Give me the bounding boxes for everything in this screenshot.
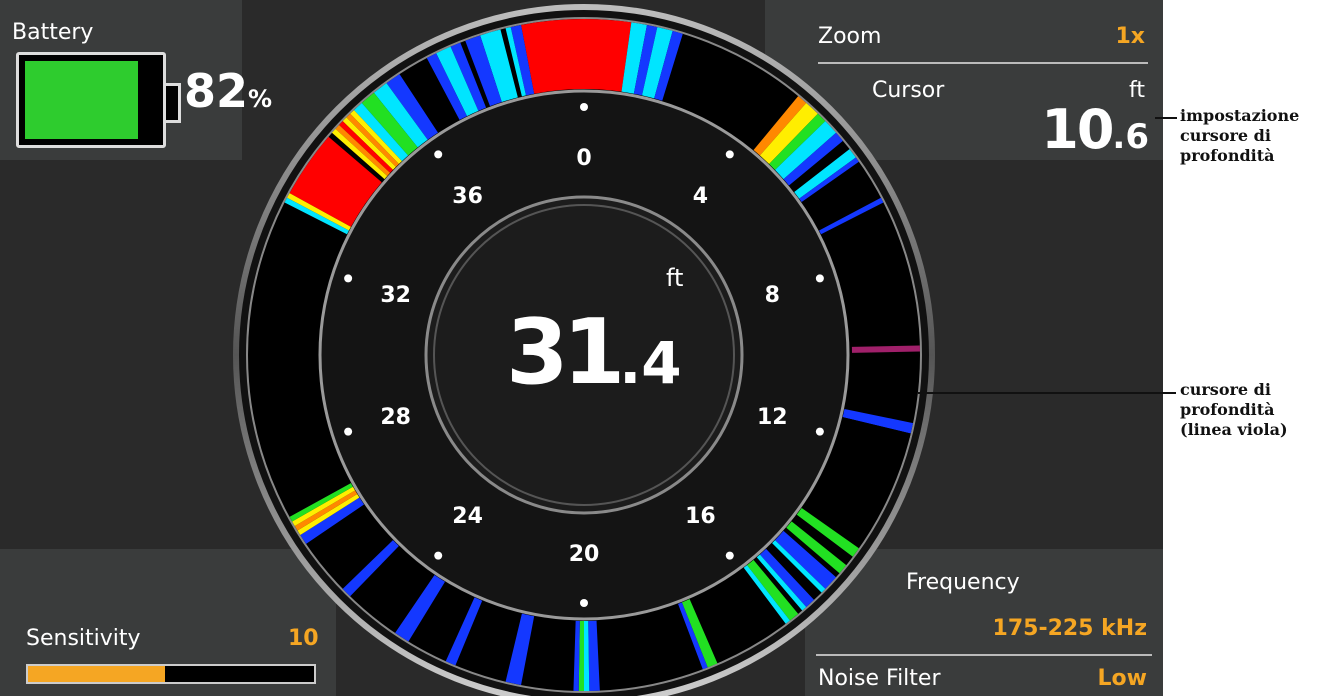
dial-tick-dot	[725, 551, 734, 560]
dial-depth-label: 20	[569, 542, 600, 567]
dial-tick-dot	[815, 427, 824, 436]
dial-depth-label: 16	[685, 504, 716, 529]
dial-depth-label: 24	[452, 504, 483, 529]
cursor-setting-callout: impostazione cursore di profondità	[1180, 106, 1299, 166]
dial-depth-label: 8	[765, 283, 780, 308]
dial-depth-label: 12	[757, 405, 788, 430]
cursor-line-callout: cursore di profondità (linea viola)	[1180, 380, 1288, 440]
depth-value-int: 31	[506, 300, 625, 405]
dial-tick-dot	[725, 150, 734, 159]
dial-tick-dot	[434, 150, 443, 159]
depth-cursor-line[interactable]	[851, 345, 920, 353]
cursor-setting-callout-line1: impostazione	[1180, 106, 1300, 125]
cursor-setting-callout-line3: profondità	[1180, 146, 1275, 165]
sonar-screen: Battery 82% Zoom 1x Cursor ft 10.6 Sensi…	[0, 0, 1163, 696]
depth-unit: ft	[666, 264, 684, 292]
cursor-setting-callout-line2: cursore di	[1180, 126, 1271, 145]
cursor-line-leader	[918, 392, 1176, 394]
dial-tick-dot	[344, 427, 353, 436]
dial-tick-dot	[580, 599, 588, 607]
dial-tick-dot	[344, 274, 353, 283]
dial-depth-label: 0	[576, 146, 591, 171]
dial-depth-label: 36	[452, 184, 483, 209]
cursor-line-callout-line3: (linea viola)	[1180, 420, 1288, 439]
cursor-setting-leader	[1155, 117, 1177, 119]
dial-tick-dot	[815, 274, 824, 283]
depth-value-dec: .4	[619, 329, 682, 397]
cursor-line-callout-line1: cursore di	[1180, 380, 1271, 399]
cursor-line-callout-line2: profondità	[1180, 400, 1275, 419]
dial-tick-dot	[580, 103, 588, 111]
dial-tick-dot	[434, 551, 443, 560]
dial-depth-label: 32	[380, 283, 411, 308]
dial-depth-label: 28	[380, 405, 411, 430]
dial-depth-label: 4	[693, 184, 708, 209]
